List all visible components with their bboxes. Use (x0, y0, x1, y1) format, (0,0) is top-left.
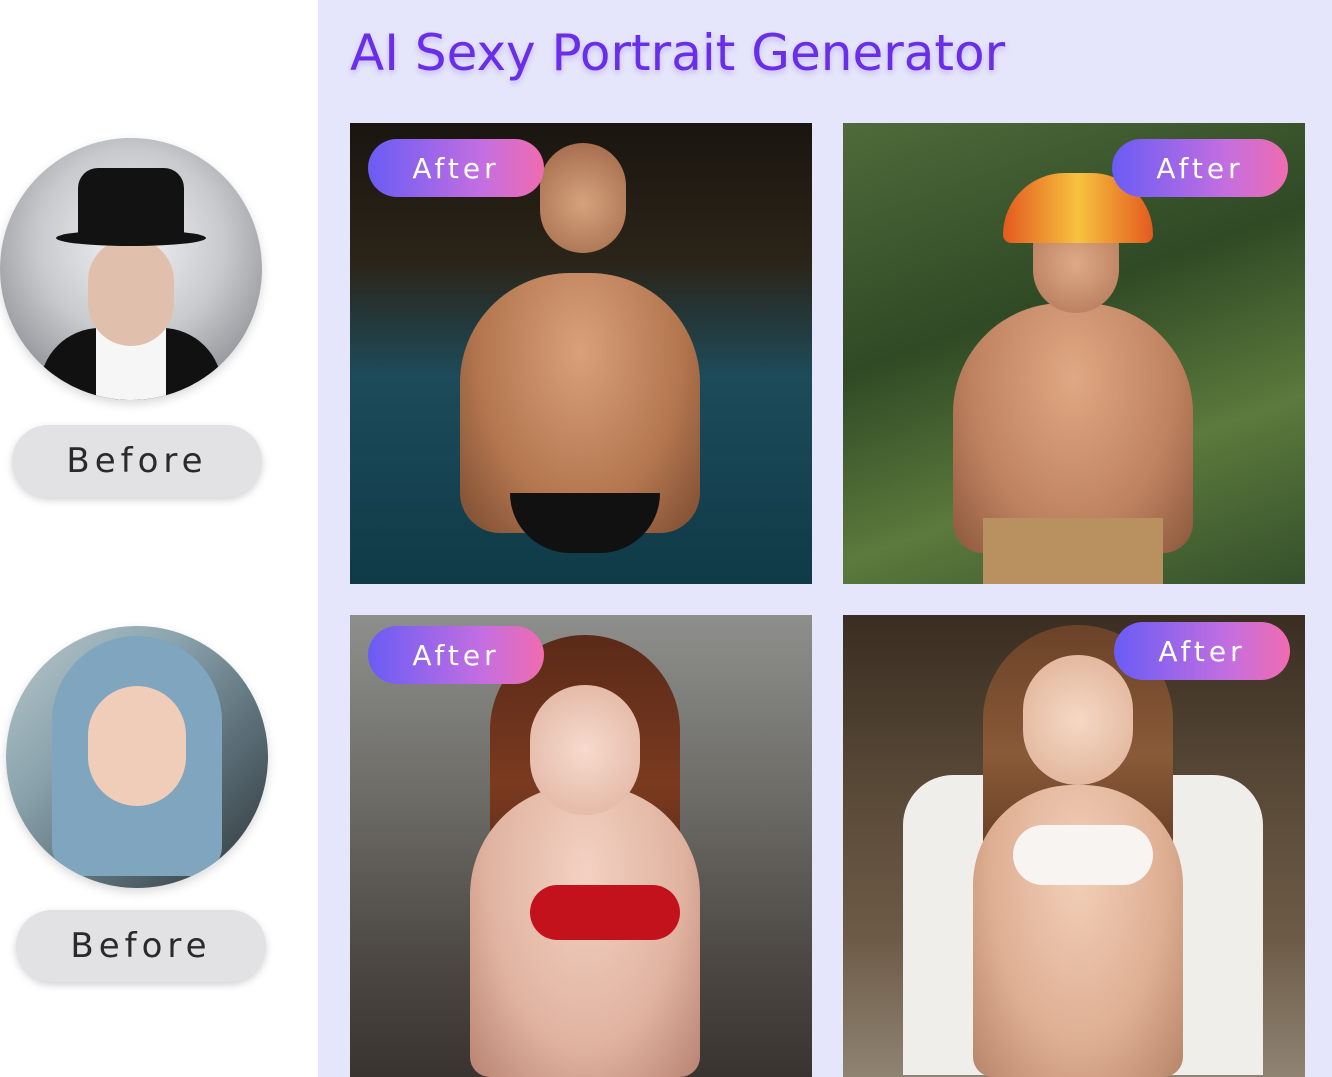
before-avatar-man (0, 138, 262, 400)
before-label-2: Before (16, 910, 266, 982)
page-title: AI Sexy Portrait Generator (350, 24, 1006, 82)
before-label-1: Before (12, 425, 262, 497)
after-label-1: After (368, 139, 544, 197)
after-photo-white-lingerie (843, 615, 1305, 1077)
after-label-2: After (1112, 139, 1288, 197)
after-label-4: After (1114, 622, 1290, 680)
after-photo-red-top (350, 615, 812, 1077)
before-avatar-woman (6, 626, 268, 888)
after-label-3: After (368, 626, 544, 684)
